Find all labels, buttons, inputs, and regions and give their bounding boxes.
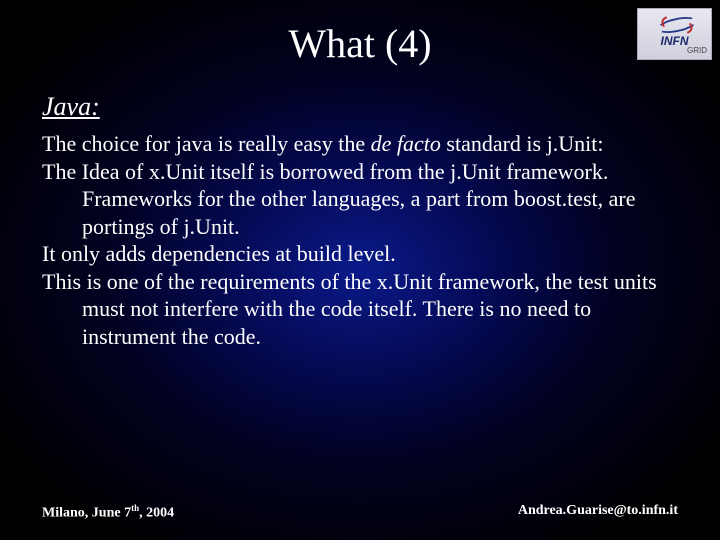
p1-italic: de facto <box>371 131 441 156</box>
footer-left-c: , 2004 <box>139 506 174 521</box>
body-text: The choice for java is really easy the d… <box>42 130 678 350</box>
p1-part-a: The choice for java is really easy the <box>42 131 371 156</box>
footer-left-a: Milano, June 7 <box>42 506 131 521</box>
p1-part-c: standard is j.Unit: <box>441 131 604 156</box>
footer-right: Andrea.Guarise@to.infn.it <box>518 503 678 522</box>
footer-left-sup: th <box>131 503 139 513</box>
paragraph-2: The Idea of x.Unit itself is borrowed fr… <box>42 158 678 241</box>
slide: INFN GRID What (4) Java: The choice for … <box>0 0 720 540</box>
paragraph-4: This is one of the requirements of the x… <box>42 268 678 351</box>
paragraph-3: It only adds dependencies at build level… <box>42 240 678 268</box>
slide-title: What (4) <box>0 20 720 67</box>
section-heading: Java: <box>42 92 100 122</box>
footer: Milano, June 7th, 2004 Andrea.Guarise@to… <box>42 503 678 522</box>
paragraph-1: The choice for java is really easy the d… <box>42 130 678 158</box>
footer-left: Milano, June 7th, 2004 <box>42 503 174 522</box>
